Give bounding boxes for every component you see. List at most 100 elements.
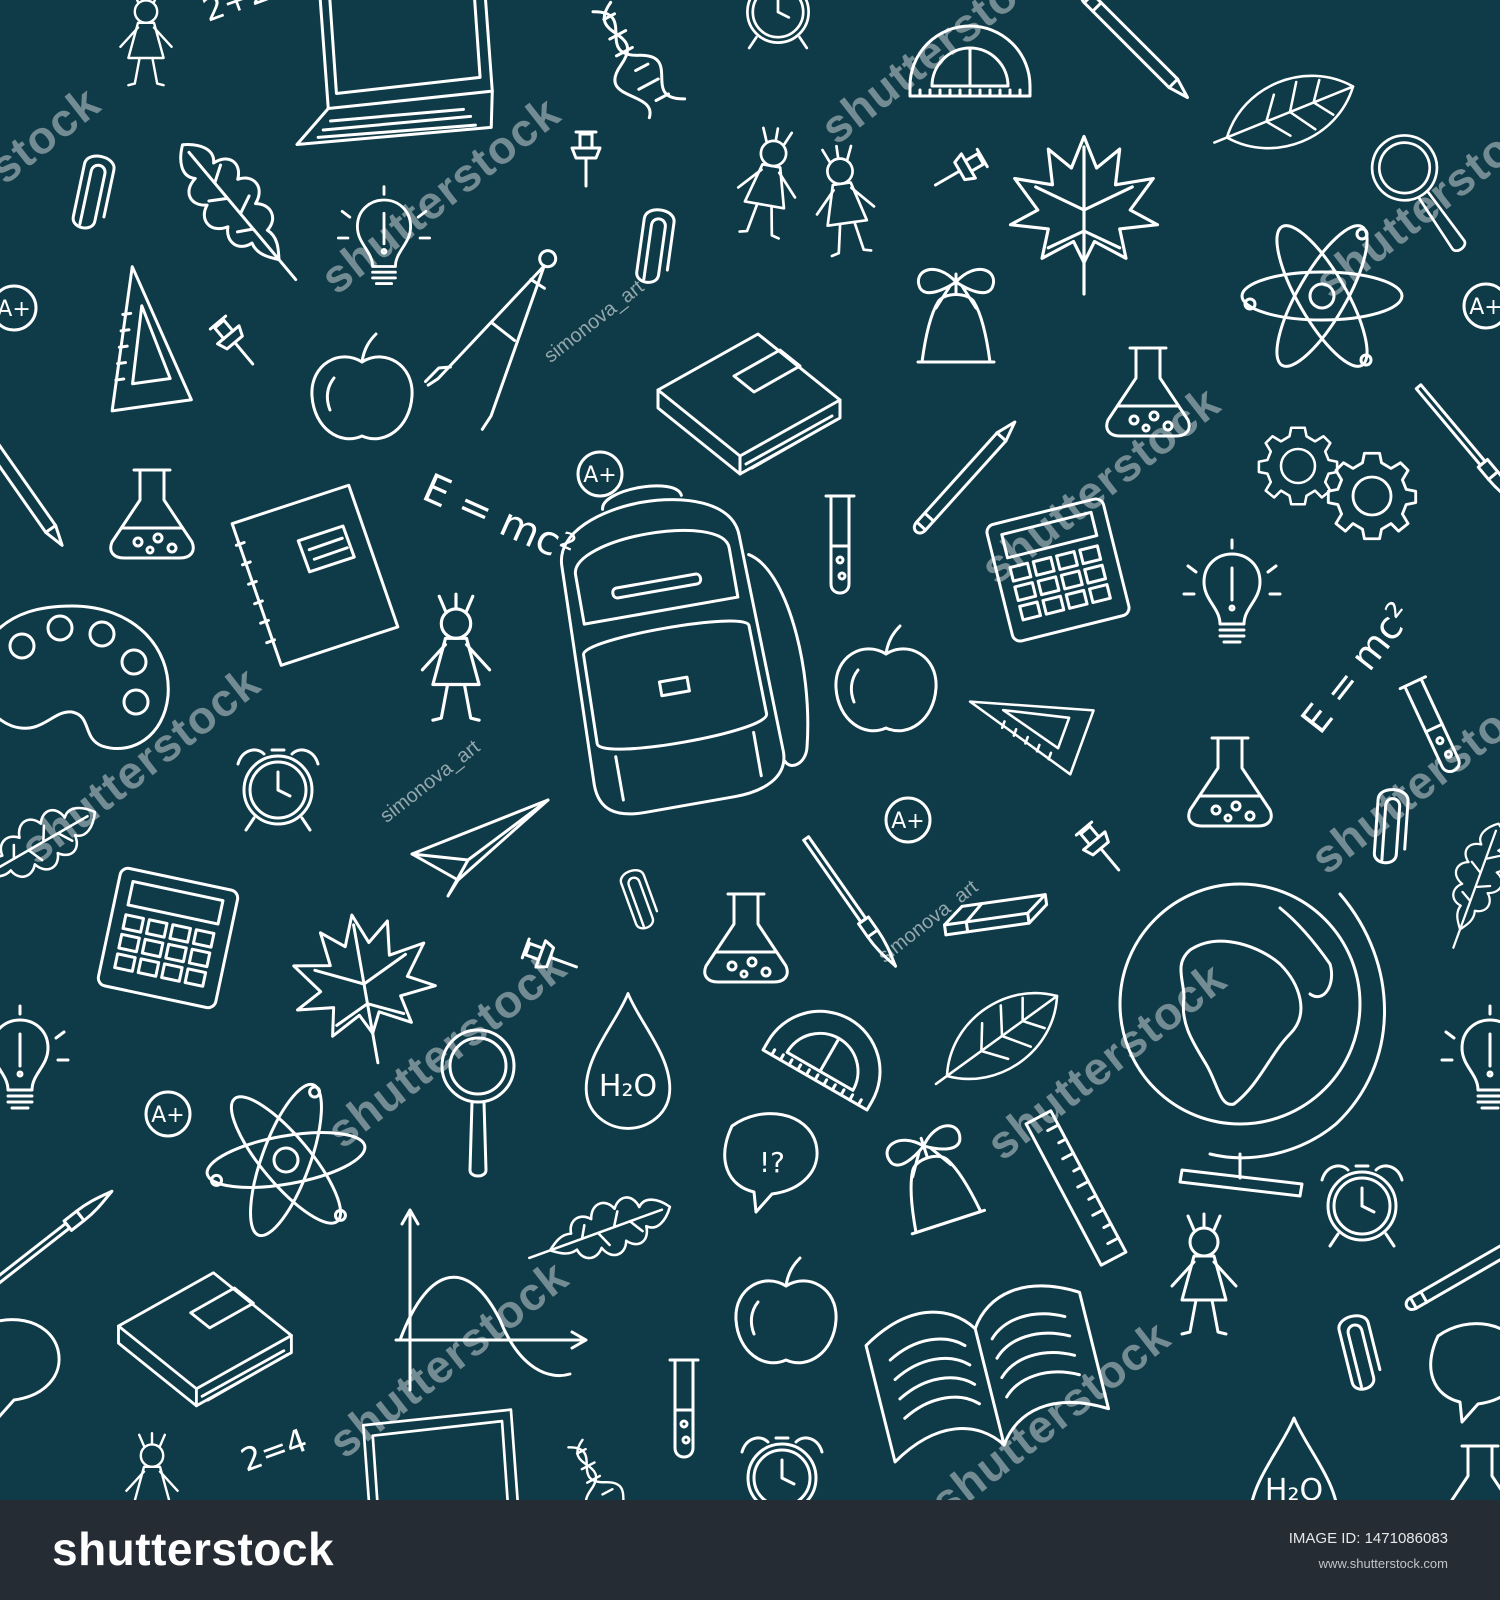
apple-doodle bbox=[834, 624, 938, 733]
pencil-doodle bbox=[1402, 1226, 1500, 1314]
lightbulb-doodle bbox=[1182, 538, 1282, 644]
pushpin-doodle bbox=[1071, 818, 1131, 881]
formula-text: E = mc² bbox=[416, 465, 582, 573]
gear-doodle bbox=[1326, 451, 1418, 541]
leaf-doodle bbox=[1201, 55, 1367, 174]
grade-text: A+ bbox=[151, 1103, 184, 1128]
child-doodle bbox=[119, 0, 173, 87]
magnifier-doodle bbox=[440, 1028, 516, 1178]
dna-doodle bbox=[579, 0, 687, 126]
calculator-doodle bbox=[95, 865, 241, 1011]
child-doodle bbox=[420, 592, 492, 722]
calculator-doodle bbox=[983, 495, 1133, 645]
pencil-doodle bbox=[1077, 0, 1194, 104]
magnifier-doodle bbox=[1358, 121, 1490, 269]
set-square-doodle bbox=[957, 668, 1095, 776]
speech-bubble-doodle bbox=[1429, 1322, 1500, 1424]
paperclip-doodle bbox=[1372, 787, 1411, 866]
paperclip-doodle bbox=[617, 865, 663, 932]
grade-text: A+ bbox=[891, 809, 924, 834]
alarm-clock-doodle bbox=[740, 0, 816, 50]
math-text: 2=4 bbox=[236, 1421, 312, 1480]
book-doodle bbox=[117, 1271, 293, 1408]
pencil-doodle bbox=[0, 419, 69, 551]
alarm-clock-doodle bbox=[740, 1436, 824, 1500]
maple-leaf-doodle bbox=[1008, 134, 1160, 296]
globe-doodle bbox=[1118, 882, 1387, 1198]
compass-doodle bbox=[416, 225, 569, 432]
water-drop-doodle bbox=[584, 992, 672, 1130]
shutterstock-logo: shutterstock bbox=[52, 1523, 335, 1575]
set-square-doodle bbox=[91, 259, 193, 413]
bubble-text: !? bbox=[759, 1146, 785, 1179]
alarm-clock-doodle bbox=[1320, 1164, 1404, 1248]
site-url: www.shutterstock.com bbox=[1318, 1556, 1448, 1571]
water-formula-text: H₂O bbox=[1265, 1473, 1323, 1500]
lightbulb-doodle bbox=[0, 1004, 70, 1110]
apple-doodle bbox=[310, 332, 414, 441]
laptop-doodle bbox=[341, 1388, 539, 1500]
pushpin-doodle bbox=[519, 933, 583, 982]
laptop-doodle bbox=[295, 0, 515, 173]
paintbrush-doodle bbox=[799, 833, 903, 972]
bell-doodle bbox=[916, 267, 996, 364]
ruler-doodle bbox=[1024, 1109, 1128, 1267]
paperclip-doodle bbox=[69, 151, 118, 234]
child-doodle bbox=[806, 140, 882, 259]
dna-doodle bbox=[557, 1431, 643, 1500]
child-doodle bbox=[729, 122, 808, 242]
test-tube-doodle bbox=[668, 1358, 700, 1459]
open-book-doodle bbox=[860, 1273, 1113, 1474]
gear-doodle bbox=[1257, 426, 1339, 506]
pushpin-doodle bbox=[926, 144, 991, 199]
alarm-clock-doodle bbox=[236, 748, 320, 832]
test-tube-doodle bbox=[824, 494, 856, 595]
stock-footer-bar: shutterstock IMAGE ID: 1471086083 www.sh… bbox=[0, 1500, 1500, 1600]
lightbulb-doodle bbox=[336, 185, 432, 286]
oak-leaf-doodle bbox=[518, 1180, 681, 1285]
image-id-label: IMAGE ID: 1471086083 bbox=[1288, 1530, 1448, 1547]
backpack-doodle bbox=[543, 463, 825, 822]
graph-doodle bbox=[394, 1208, 588, 1392]
math-text: 2+2 bbox=[198, 0, 274, 30]
grade-text: A+ bbox=[583, 463, 616, 488]
book-doodle bbox=[656, 332, 842, 476]
apple-doodle bbox=[734, 1256, 838, 1365]
flask-doodle bbox=[109, 468, 195, 560]
child-doodle bbox=[125, 1431, 179, 1500]
test-tube-doodle bbox=[1398, 675, 1469, 779]
atom-doodle bbox=[1240, 213, 1404, 379]
paintbrush-doodle bbox=[1412, 381, 1500, 512]
flask-doodle bbox=[703, 892, 789, 984]
pushpin-doodle bbox=[205, 312, 265, 375]
school-doodles: E = mc² E = mc² A+ A+ A+ A+ A+ H₂O H₂O 2… bbox=[0, 0, 1500, 1500]
doodle-pattern: E = mc² E = mc² A+ A+ A+ A+ A+ H₂O H₂O 2… bbox=[0, 0, 1500, 1500]
eraser-doodle bbox=[940, 893, 1051, 937]
oak-leaf-doodle bbox=[156, 122, 322, 302]
paper-plane-doodle bbox=[410, 798, 550, 898]
protractor-doodle bbox=[761, 987, 904, 1112]
notebook-doodle bbox=[227, 480, 403, 671]
grade-text: A+ bbox=[0, 297, 31, 322]
paperclip-doodle bbox=[1335, 1311, 1386, 1393]
child-doodle bbox=[1170, 1212, 1238, 1336]
grade-text: A+ bbox=[1469, 295, 1500, 320]
speech-bubble-doodle bbox=[0, 1318, 61, 1420]
maple-leaf-doodle bbox=[281, 901, 449, 1077]
bell-doodle bbox=[882, 1120, 987, 1236]
leaf-doodle bbox=[915, 968, 1078, 1112]
lightbulb-doodle bbox=[1440, 1004, 1500, 1110]
protractor-doodle bbox=[908, 24, 1032, 98]
flask-doodle bbox=[1187, 736, 1273, 828]
paintbrush-doodle bbox=[0, 1184, 118, 1294]
water-formula-text: H₂O bbox=[599, 1069, 657, 1104]
paperclip-doodle bbox=[634, 206, 677, 287]
palette-doodle bbox=[0, 604, 170, 751]
flask-doodle bbox=[1105, 346, 1191, 438]
oak-leaf-doodle bbox=[0, 787, 110, 912]
pushpin-doodle bbox=[570, 130, 602, 188]
atom-doodle bbox=[191, 1064, 381, 1256]
pencil-doodle bbox=[910, 416, 1021, 538]
flask-doodle bbox=[1437, 1444, 1500, 1500]
formula-text: E = mc² bbox=[1292, 594, 1421, 742]
